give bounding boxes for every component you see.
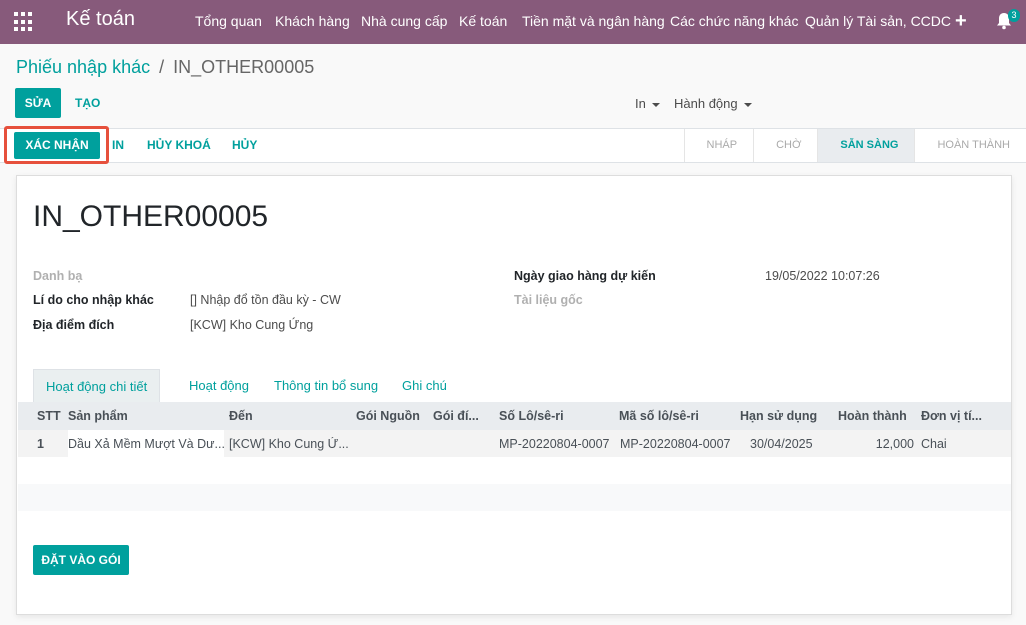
empty-row xyxy=(18,511,1011,538)
col-lot[interactable]: Số Lô/sê-ri xyxy=(499,409,611,423)
cell-destination: [KCW] Kho Cung Ứ... xyxy=(229,437,349,451)
cell-expiry: 30/04/2025 xyxy=(750,437,813,451)
menu-item-customers[interactable]: Khách hàng xyxy=(275,13,350,29)
cell-lot-code: MP-20220804-0007 xyxy=(620,437,731,451)
breadcrumb: Phiếu nhập khác / IN_OTHER00005 xyxy=(16,57,314,78)
col-dest-package[interactable]: Gói đí... xyxy=(433,409,491,423)
cell-product: Dầu Xả Mềm Mượt Và Dư... xyxy=(68,430,224,457)
tab-operations[interactable]: Hoạt động xyxy=(177,369,261,404)
tab-note[interactable]: Ghi chú xyxy=(390,369,459,404)
menu-item-overview[interactable]: Tổng quan xyxy=(195,13,262,29)
empty-row xyxy=(18,457,1011,484)
put-in-pack-button[interactable]: ĐẶT VÀO GÓI xyxy=(33,545,129,575)
table-row[interactable]: 1 Dầu Xả Mềm Mượt Và Dư... [KCW] Kho Cun… xyxy=(18,430,1011,457)
tab-additional-info[interactable]: Thông tin bổ sung xyxy=(262,369,390,404)
col-expiry[interactable]: Hạn sử dụng xyxy=(740,409,825,423)
reason-field[interactable]: [] Nhập đổ tồn đầu kỳ - CW xyxy=(190,293,341,307)
notifications-button[interactable]: 3 xyxy=(996,9,1020,33)
menu-item-vendors[interactable]: Nhà cung cấp xyxy=(361,13,447,29)
stage-done[interactable]: HOÀN THÀNH xyxy=(914,129,1026,162)
edit-button[interactable]: SỬA xyxy=(15,88,61,118)
confirm-button-highlight xyxy=(4,126,109,164)
cell-index: 1 xyxy=(37,437,44,451)
cell-done: 12,000 xyxy=(875,437,914,451)
destination-field[interactable]: [KCW] Kho Cung Ứng xyxy=(190,318,313,332)
print-dropdown-label: In xyxy=(635,96,646,111)
col-index[interactable]: STT xyxy=(37,409,65,423)
stage-ready[interactable]: SẴN SÀNG xyxy=(817,129,915,162)
reason-label: Lí do cho nhập khác xyxy=(33,293,154,307)
menu-item-asset-management[interactable]: Quản lý Tài sản, CCDC xyxy=(805,13,951,29)
menu-item-cash-bank[interactable]: Tiền mặt và ngân hàng xyxy=(522,13,665,29)
col-source-package[interactable]: Gói Nguồn xyxy=(356,409,428,423)
scheduled-date-field[interactable]: 19/05/2022 10:07:26 xyxy=(765,269,880,283)
breadcrumb-separator: / xyxy=(159,57,165,77)
contact-label: Danh bạ xyxy=(33,269,83,283)
col-uom[interactable]: Đơn vị tí... xyxy=(921,409,983,423)
caret-down-icon xyxy=(651,102,660,107)
app-brand[interactable]: Kế toán xyxy=(66,8,135,31)
col-lot-code[interactable]: Mã số lô/sê-ri xyxy=(619,409,731,423)
cell-lot: MP-20220804-0007 xyxy=(499,437,610,451)
notebook-tabs: Hoạt động chi tiết Hoạt động Thông tin b… xyxy=(33,369,993,404)
stage-pipeline: NHÁP CHỜ SẴN SÀNG HOÀN THÀNH xyxy=(683,129,1026,162)
cell-uom: Chai xyxy=(921,437,947,451)
scheduled-date-label: Ngày giao hàng dự kiến xyxy=(514,269,656,283)
col-done[interactable]: Hoàn thành xyxy=(838,409,918,423)
menu-item-accounting[interactable]: Kế toán xyxy=(459,13,507,29)
notification-count-badge: 3 xyxy=(1008,9,1020,22)
empty-row xyxy=(18,484,1011,511)
top-navbar: Kế toán Tổng quan Khách hàng Nhà cung cấ… xyxy=(0,0,1026,44)
stage-waiting[interactable]: CHỜ xyxy=(753,129,817,162)
action-dropdown-label: Hành động xyxy=(674,96,738,111)
menu-item-other-functions[interactable]: Các chức năng khác xyxy=(670,13,798,29)
table-header: STT Sản phẩm Đến Gói Nguồn Gói đí... Số … xyxy=(18,402,1011,430)
plus-icon[interactable]: + xyxy=(955,10,967,33)
source-document-label: Tài liệu gốc xyxy=(514,293,583,307)
cancel-button[interactable]: HỦY xyxy=(232,138,257,152)
print-dropdown[interactable]: In xyxy=(635,96,660,111)
breadcrumb-current: IN_OTHER00005 xyxy=(173,57,315,77)
unlock-button[interactable]: HỦY KHOÁ xyxy=(147,138,211,152)
breadcrumb-parent[interactable]: Phiếu nhập khác xyxy=(16,57,150,77)
print-button[interactable]: IN xyxy=(112,138,124,152)
record-title: IN_OTHER00005 xyxy=(33,200,269,233)
caret-down-icon xyxy=(743,102,752,107)
create-button[interactable]: TẠO xyxy=(75,96,100,110)
tab-detailed-operations[interactable]: Hoạt động chi tiết xyxy=(33,369,161,404)
action-dropdown[interactable]: Hành động xyxy=(674,96,752,111)
destination-label: Địa điểm đích xyxy=(33,318,115,332)
col-destination[interactable]: Đến xyxy=(229,409,349,423)
form-sheet: IN_OTHER00005 Danh bạ Lí do cho nhập khá… xyxy=(16,175,1012,615)
col-product[interactable]: Sản phẩm xyxy=(68,409,218,423)
apps-menu-icon[interactable] xyxy=(14,12,34,32)
stage-draft[interactable]: NHÁP xyxy=(683,129,754,162)
